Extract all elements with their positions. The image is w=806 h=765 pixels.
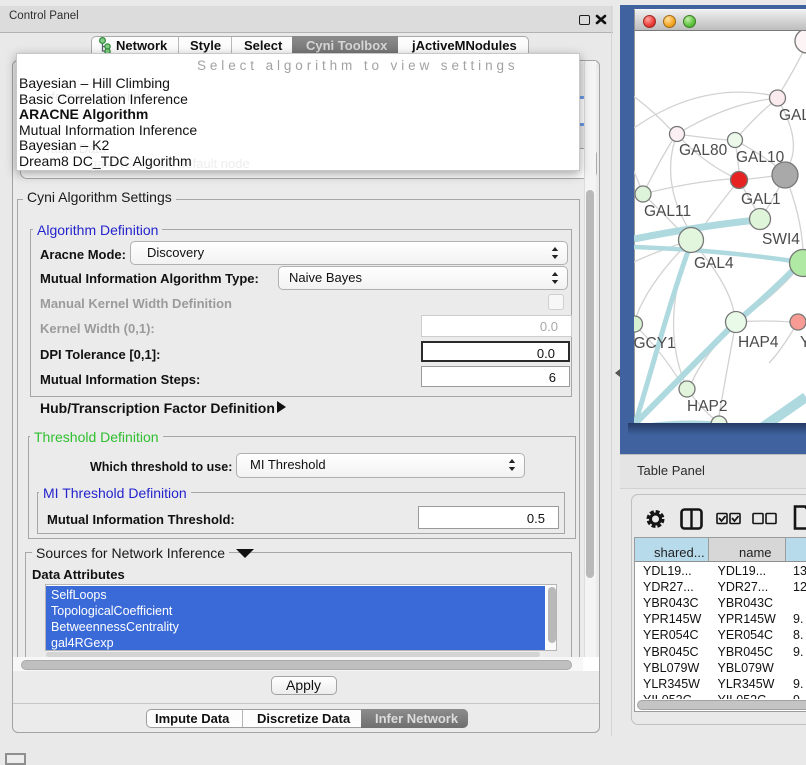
- svg-text:HAP2: HAP2: [687, 398, 728, 415]
- svg-text:HAP4: HAP4: [738, 334, 779, 351]
- svg-text:GAL2: GAL2: [779, 107, 806, 124]
- svg-text:SWI4: SWI4: [762, 231, 800, 248]
- svg-text:GAL10: GAL10: [736, 149, 785, 166]
- svg-text:GAL4: GAL4: [694, 255, 734, 272]
- svg-text:YD: YD: [800, 334, 806, 351]
- svg-text:GAL1: GAL1: [741, 191, 781, 208]
- svg-text:GAL11: GAL11: [644, 203, 691, 220]
- svg-text:GAL80: GAL80: [679, 142, 728, 159]
- svg-text:GCY1: GCY1: [634, 335, 676, 352]
